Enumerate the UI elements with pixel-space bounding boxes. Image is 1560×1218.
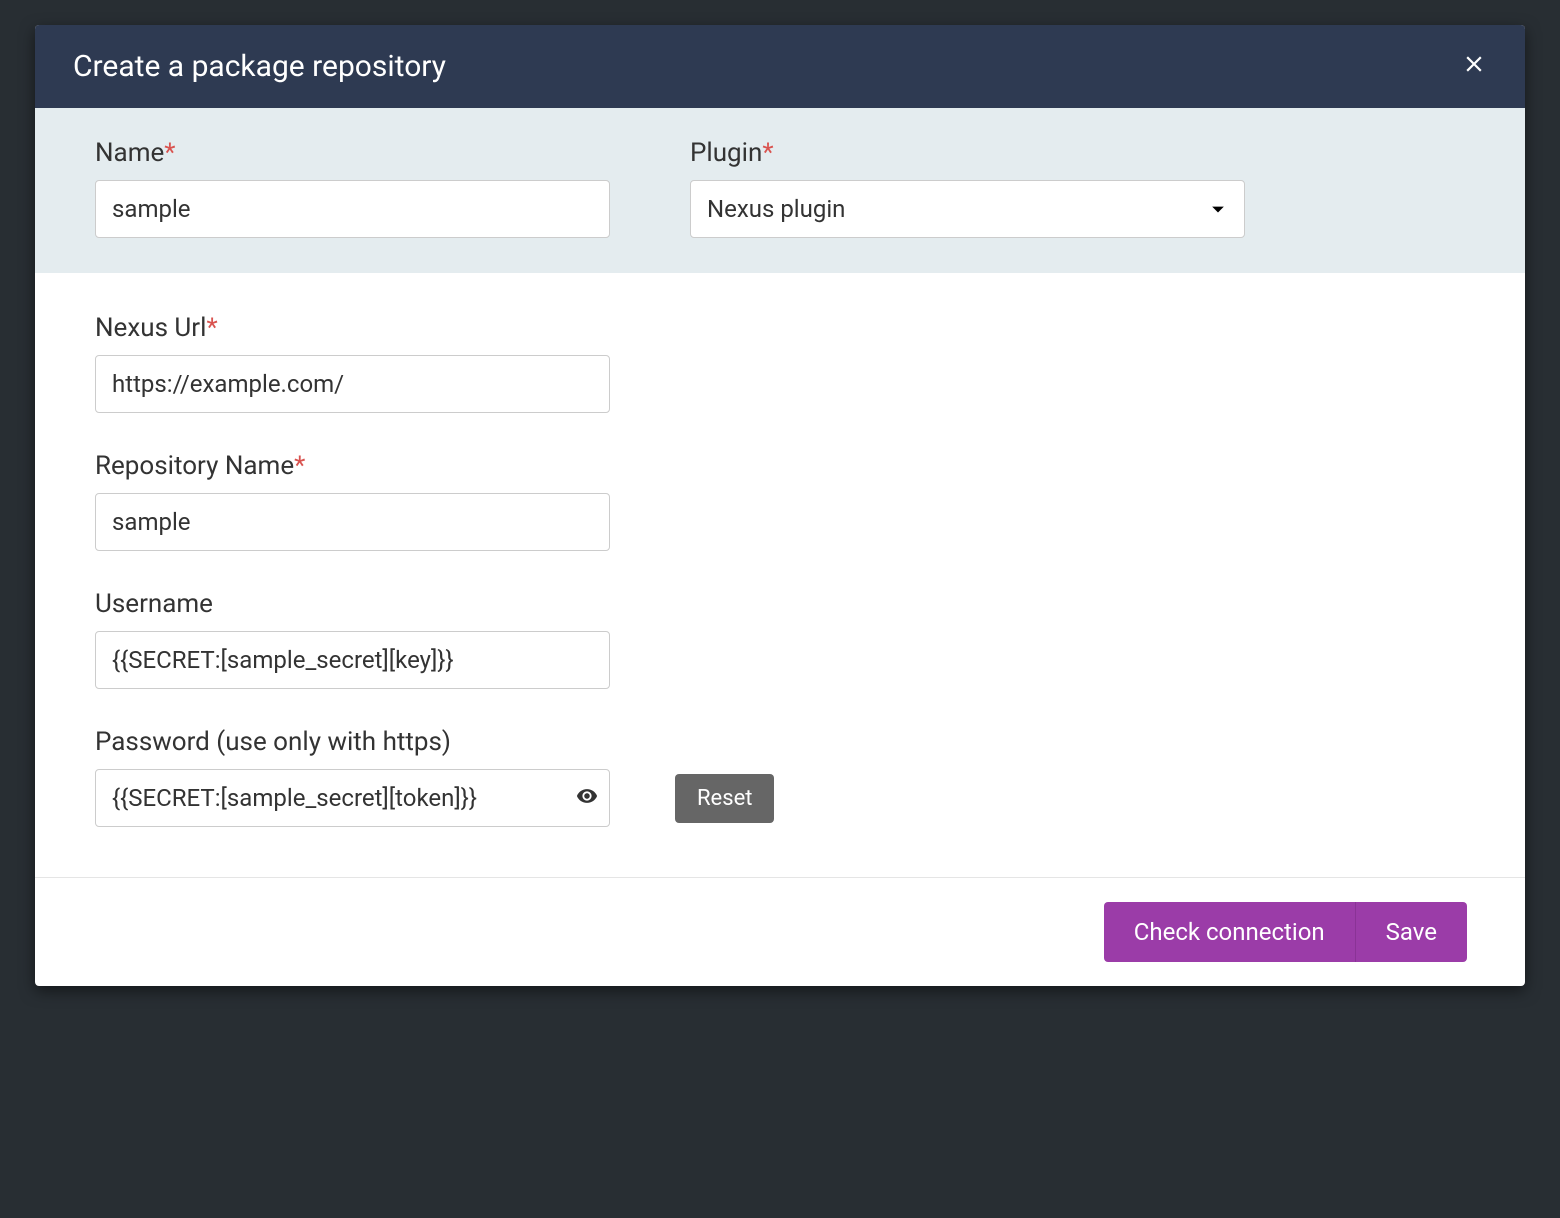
required-asterisk: *	[206, 313, 217, 343]
close-button[interactable]	[1461, 51, 1487, 83]
modal-title: Create a package repository	[73, 49, 446, 84]
top-section: Name* Plugin* Nexus plugin	[35, 108, 1525, 273]
body-section: Nexus Url* Repository Name* Username Pas…	[35, 273, 1525, 877]
create-package-repository-modal: Create a package repository Name* Plugin…	[35, 25, 1525, 986]
footer-button-group: Check connection Save	[1104, 902, 1467, 962]
close-icon	[1461, 51, 1487, 77]
password-label: Password (use only with https)	[95, 727, 1465, 757]
eye-icon[interactable]	[576, 785, 598, 811]
repository-name-label-text: Repository Name	[95, 451, 294, 481]
plugin-label-text: Plugin	[690, 138, 762, 168]
username-group: Username	[95, 589, 1465, 689]
nexus-url-label-text: Nexus Url	[95, 313, 206, 343]
plugin-select[interactable]: Nexus plugin	[690, 180, 1245, 238]
repository-name-group: Repository Name*	[95, 451, 1465, 551]
name-label: Name*	[95, 138, 610, 168]
plugin-label: Plugin*	[690, 138, 1245, 168]
save-button[interactable]: Save	[1356, 902, 1467, 962]
username-label: Username	[95, 589, 1465, 619]
plugin-group: Plugin* Nexus plugin	[690, 138, 1245, 238]
check-connection-button[interactable]: Check connection	[1104, 902, 1356, 962]
password-row: Reset	[95, 769, 1465, 827]
required-asterisk: *	[294, 451, 305, 481]
nexus-url-input[interactable]	[95, 355, 610, 413]
modal-header: Create a package repository	[35, 25, 1525, 108]
reset-button[interactable]: Reset	[675, 774, 774, 823]
password-input[interactable]	[95, 769, 610, 827]
password-group: Password (use only with https) Reset	[95, 727, 1465, 827]
required-asterisk: *	[762, 138, 773, 168]
nexus-url-label: Nexus Url*	[95, 313, 1465, 343]
username-input[interactable]	[95, 631, 610, 689]
name-group: Name*	[95, 138, 610, 238]
password-input-wrapper	[95, 769, 610, 827]
repository-name-label: Repository Name*	[95, 451, 1465, 481]
nexus-url-group: Nexus Url*	[95, 313, 1465, 413]
name-input[interactable]	[95, 180, 610, 238]
name-label-text: Name	[95, 138, 164, 168]
required-asterisk: *	[164, 138, 175, 168]
modal-footer: Check connection Save	[35, 877, 1525, 986]
repository-name-input[interactable]	[95, 493, 610, 551]
